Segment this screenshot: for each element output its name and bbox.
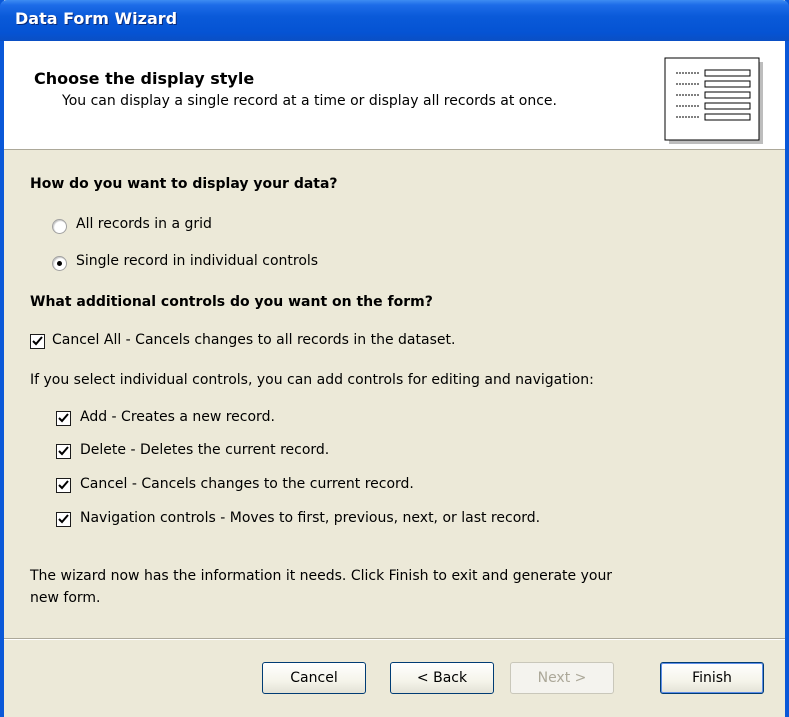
checkbox-label-delete[interactable]: Delete - Deletes the current record. — [80, 442, 329, 458]
checkbox-label-navigation[interactable]: Navigation controls - Moves to first, pr… — [80, 510, 540, 526]
header-subtitle: You can display a single record at a tim… — [62, 93, 557, 109]
checkmark-icon — [58, 514, 69, 524]
checkmark-icon — [32, 336, 43, 346]
checkmark-icon — [58, 413, 69, 423]
cancel-button[interactable]: Cancel — [262, 662, 366, 694]
back-button[interactable]: < Back — [390, 662, 494, 694]
controls-question: What additional controls do you want on … — [30, 294, 433, 310]
window-title: Data Form Wizard — [15, 9, 178, 28]
finish-note-line2: new form. — [30, 590, 101, 606]
data-form-wizard-window: Data Form Wizard Choose the display styl… — [0, 0, 789, 717]
finish-note-line1: The wizard now has the information it ne… — [30, 568, 613, 584]
checkbox-label-cancel-all[interactable]: Cancel All - Cancels changes to all reco… — [52, 332, 455, 348]
checkbox-label-cancel[interactable]: Cancel - Cancels changes to the current … — [80, 476, 414, 492]
radio-button-selected[interactable] — [52, 256, 67, 271]
checkbox[interactable] — [56, 444, 71, 459]
header-title: Choose the display style — [34, 69, 255, 88]
checkbox[interactable] — [56, 512, 71, 527]
button-separator — [4, 638, 785, 640]
radio-label-grid[interactable]: All records in a grid — [76, 216, 212, 232]
form-preview-icon — [664, 57, 763, 144]
next-button[interactable]: Next > — [510, 662, 614, 694]
checkbox[interactable] — [56, 411, 71, 426]
title-bar[interactable]: Data Form Wizard — [0, 0, 789, 41]
checkbox[interactable] — [30, 334, 45, 349]
display-question: How do you want to display your data? — [30, 176, 338, 192]
finish-button[interactable]: Finish — [660, 662, 764, 694]
radio-dot-icon — [57, 261, 62, 266]
individual-controls-note: If you select individual controls, you c… — [30, 372, 594, 388]
checkmark-icon — [58, 446, 69, 456]
checkbox[interactable] — [56, 478, 71, 493]
radio-button[interactable] — [52, 219, 67, 234]
checkmark-icon — [58, 480, 69, 490]
radio-label-single-record[interactable]: Single record in individual controls — [76, 253, 318, 269]
checkbox-label-add[interactable]: Add - Creates a new record. — [80, 409, 275, 425]
wizard-header: Choose the display style You can display… — [4, 41, 785, 150]
